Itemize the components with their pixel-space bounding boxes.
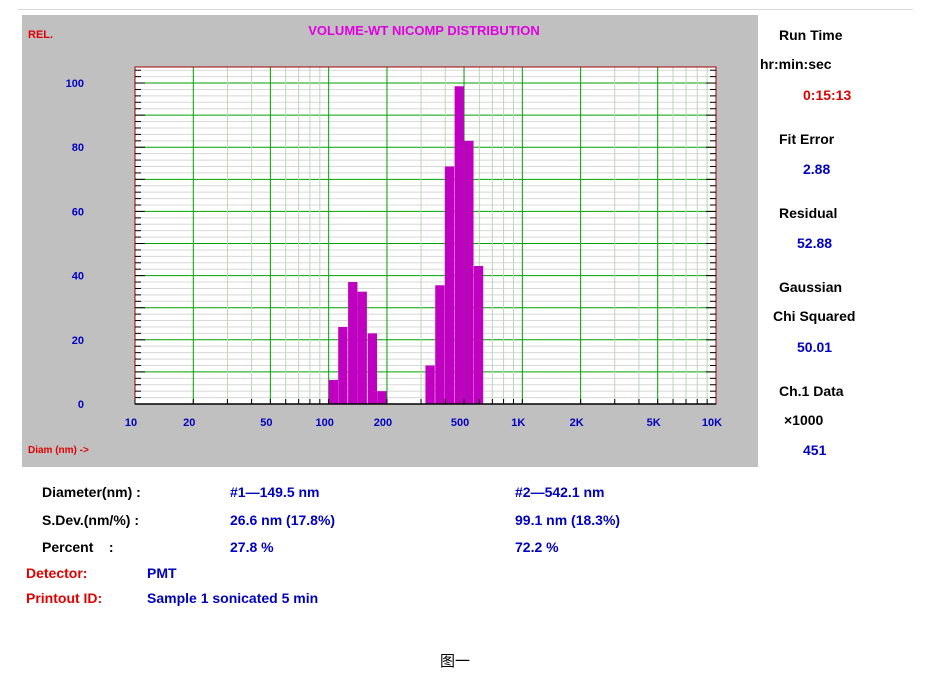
peak2-percent: 72.2 % — [515, 539, 559, 555]
x-tick-label: 2K — [570, 417, 584, 429]
x-tick-label: 10K — [702, 417, 722, 429]
x-tick-label: 500 — [451, 417, 469, 429]
histogram-bar — [435, 285, 445, 404]
histogram-bar — [377, 391, 387, 404]
x-tick-label: 5K — [647, 417, 661, 429]
fit-error-value: 2.88 — [803, 161, 831, 177]
x-axis-label: Diam (nm) -> — [28, 445, 89, 456]
y-axis-label: REL. — [28, 29, 53, 41]
residual-label: Residual — [779, 205, 838, 221]
ch1-data-label: Ch.1 Data — [779, 383, 844, 399]
chart-panel: VOLUME-WT NICOMP DISTRIBUTION REL. Diam … — [22, 15, 758, 467]
printout-id-label: Printout ID: — [26, 590, 103, 606]
chi-squared-label: Chi Squared — [773, 308, 856, 324]
chart-title: VOLUME-WT NICOMP DISTRIBUTION — [308, 23, 540, 38]
ch1-data-value: 451 — [803, 442, 827, 458]
histogram-bar — [444, 166, 455, 404]
histogram-bar — [328, 379, 339, 404]
residual-value: 52.88 — [797, 235, 833, 251]
top-divider — [18, 9, 913, 10]
peak2-diameter: #2—542.1 nm — [515, 484, 605, 500]
histogram-bar — [454, 86, 464, 404]
percent-label: Percent : — [42, 539, 114, 555]
run-time-units: hr:min:sec — [760, 56, 832, 72]
x-tick-label: 1K — [511, 417, 525, 429]
peak1-sdev: 26.6 nm (17.8%) — [230, 512, 336, 528]
figure-caption: 图一 — [440, 652, 471, 670]
histogram-bar — [425, 365, 435, 404]
histogram-bar — [348, 282, 358, 404]
printout-id-value: Sample 1 sonicated 5 min — [147, 590, 319, 606]
y-tick-label: 60 — [72, 206, 84, 218]
detector-value: PMT — [147, 565, 177, 581]
sdev-label: S.Dev.(nm/%) : — [42, 512, 139, 528]
y-tick-label: 80 — [72, 142, 84, 154]
peak2-sdev: 99.1 nm (18.3%) — [515, 512, 621, 528]
histogram-bar — [357, 291, 367, 404]
run-time-label: Run Time — [779, 27, 843, 43]
y-tick-label: 40 — [72, 271, 84, 283]
x-tick-label: 10 — [125, 417, 137, 429]
x-tick-label: 50 — [260, 417, 272, 429]
x-tick-label: 200 — [374, 417, 392, 429]
x-tick-label: 100 — [315, 417, 333, 429]
peak1-diameter: #1—149.5 nm — [230, 484, 320, 500]
y-tick-label: 0 — [78, 399, 84, 411]
gaussian-label: Gaussian — [779, 279, 843, 295]
histogram-bar — [367, 333, 378, 404]
x-tick-label: 20 — [183, 417, 195, 429]
distribution-chart: VOLUME-WT NICOMP DISTRIBUTION REL. Diam … — [28, 23, 722, 456]
histogram-bar — [473, 265, 484, 404]
y-tick-label: 100 — [66, 78, 84, 90]
peak1-percent: 27.8 % — [230, 539, 274, 555]
run-time-value: 0:15:13 — [803, 87, 852, 103]
diameter-label: Diameter(nm) : — [42, 484, 141, 500]
y-tick-label: 20 — [72, 335, 84, 347]
chi-squared-value: 50.01 — [797, 339, 833, 355]
histogram-bar — [338, 326, 348, 404]
plot-area — [135, 67, 716, 404]
ch1-scale-label: ×1000 — [784, 412, 824, 428]
detector-label: Detector: — [26, 565, 88, 581]
histogram-bar — [464, 140, 474, 405]
fit-error-label: Fit Error — [779, 131, 835, 147]
